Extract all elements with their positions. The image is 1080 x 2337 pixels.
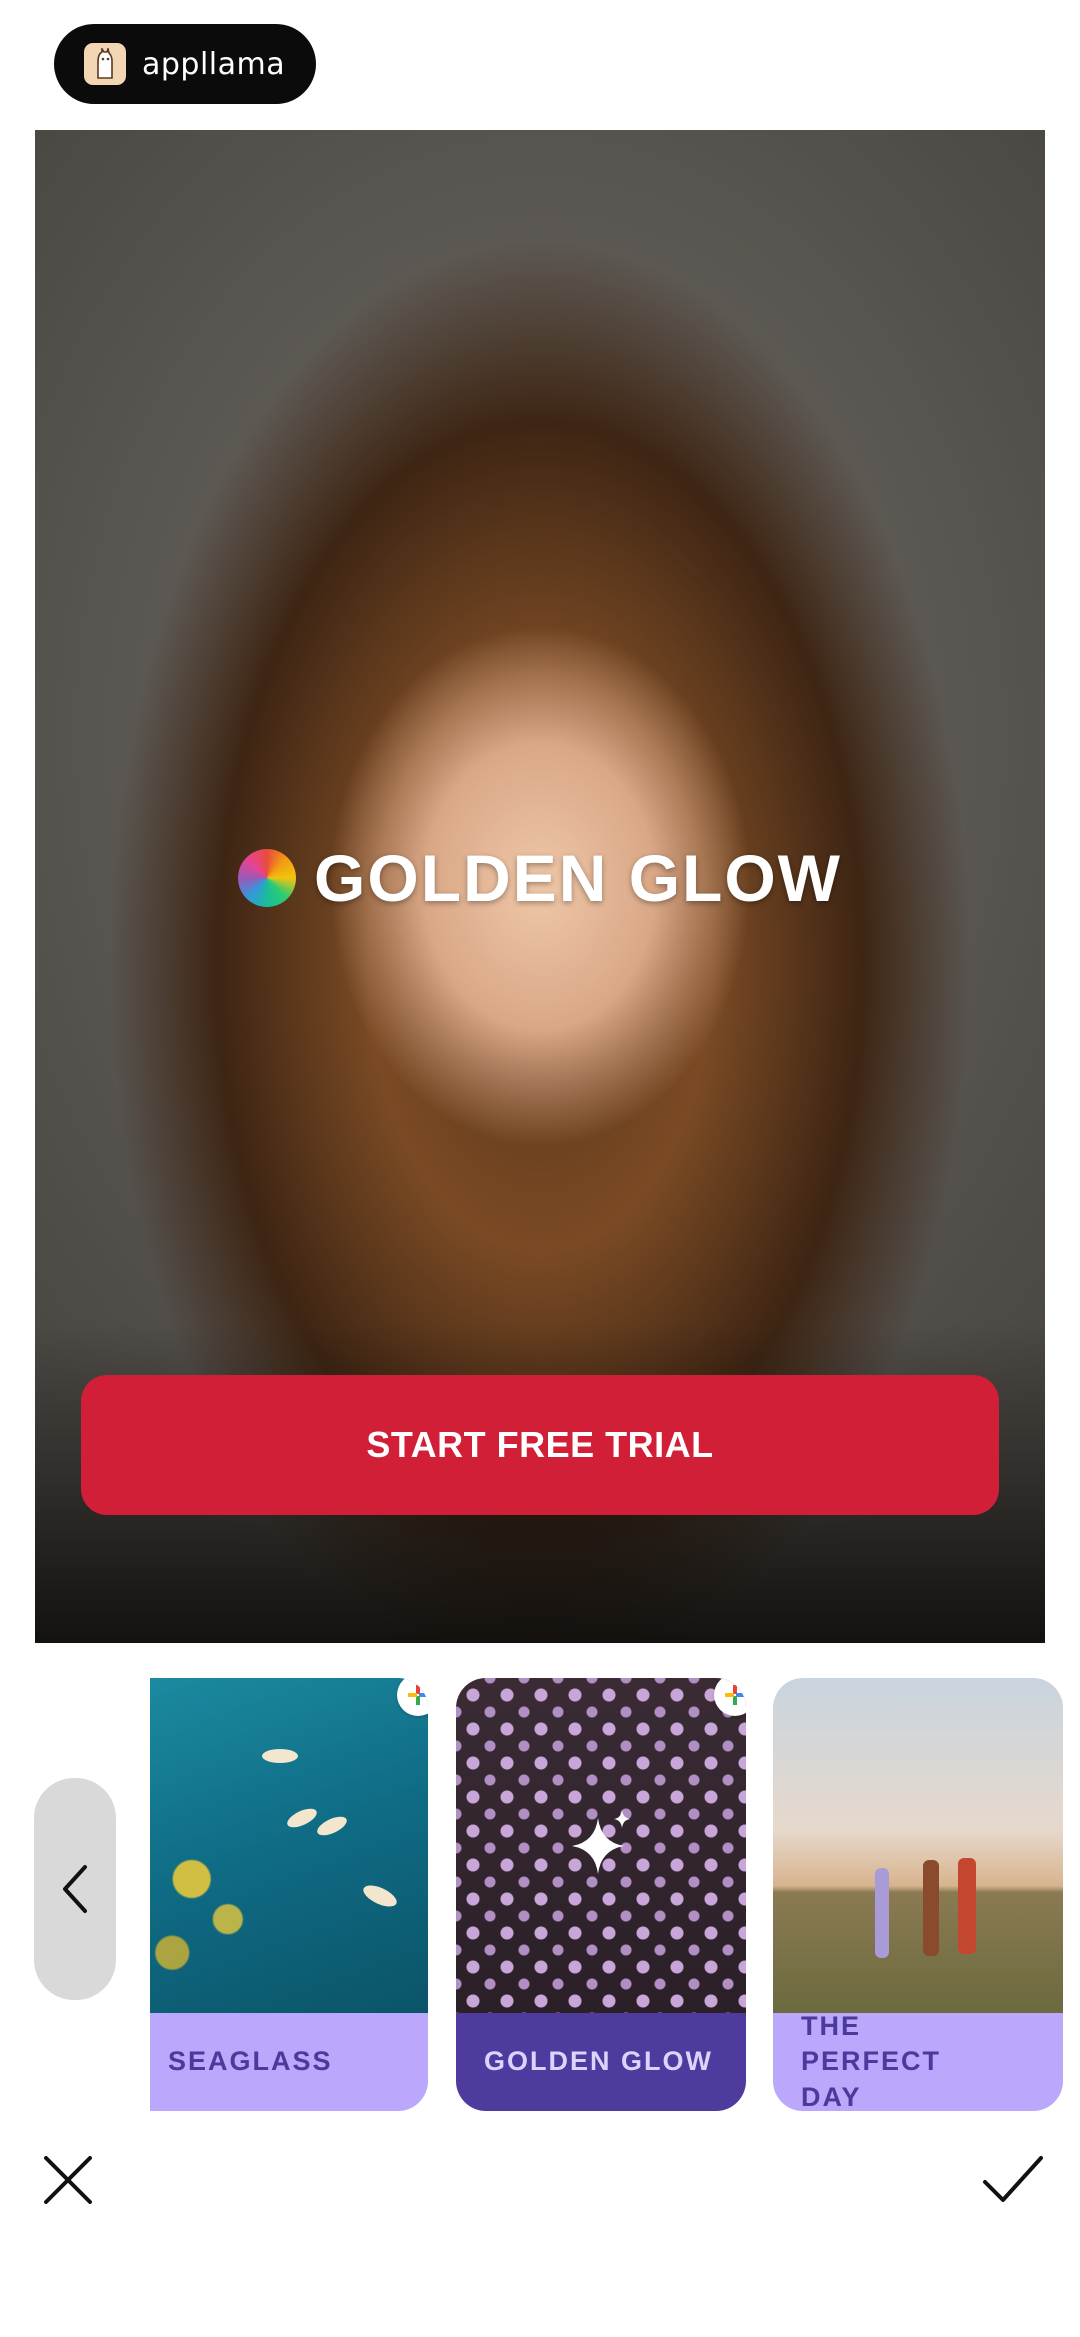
carousel-back-button[interactable] [34,1778,116,2000]
filter-thumbnail [773,1678,1063,2013]
chevron-left-icon [63,1865,87,1913]
filter-label: GOLDEN GLOW [456,2013,746,2111]
confirm-button[interactable] [981,2150,1043,2210]
filter-carousel: SEAGLASS GOLDEN GLOW THE PERFECT DAY [0,1643,1080,2143]
start-free-trial-button[interactable]: START FREE TRIAL [81,1375,999,1515]
llama-logo-icon [84,43,126,85]
filter-label: THE PERFECT DAY [773,2011,1063,2111]
filter-label: SEAGLASS [150,2013,428,2111]
filter-card-the-perfect-day[interactable]: THE PERFECT DAY [773,1678,1063,2111]
plus-icon [725,1685,745,1705]
plus-icon [408,1685,428,1705]
filter-card-golden-glow[interactable]: GOLDEN GLOW [456,1678,746,2111]
filter-thumbnail [150,1678,428,2013]
checkmark-icon [983,2156,1043,2202]
brand-name: appllama [142,46,286,82]
color-wheel-icon [238,849,297,907]
filter-preview-image: GOLDEN GLOW START FREE TRIAL [35,130,1045,1643]
filter-thumbnail [456,1678,746,2013]
filter-title: GOLDEN GLOW [35,840,1045,916]
close-button[interactable] [38,2150,98,2210]
close-icon [44,2156,92,2204]
filter-card-seaglass[interactable]: SEAGLASS [150,1678,428,2111]
sparkle-icon [572,1810,630,1874]
brand-badge[interactable]: appllama [54,24,316,104]
filter-title-text: GOLDEN GLOW [314,841,842,915]
top-bar: appllama [0,0,1080,130]
